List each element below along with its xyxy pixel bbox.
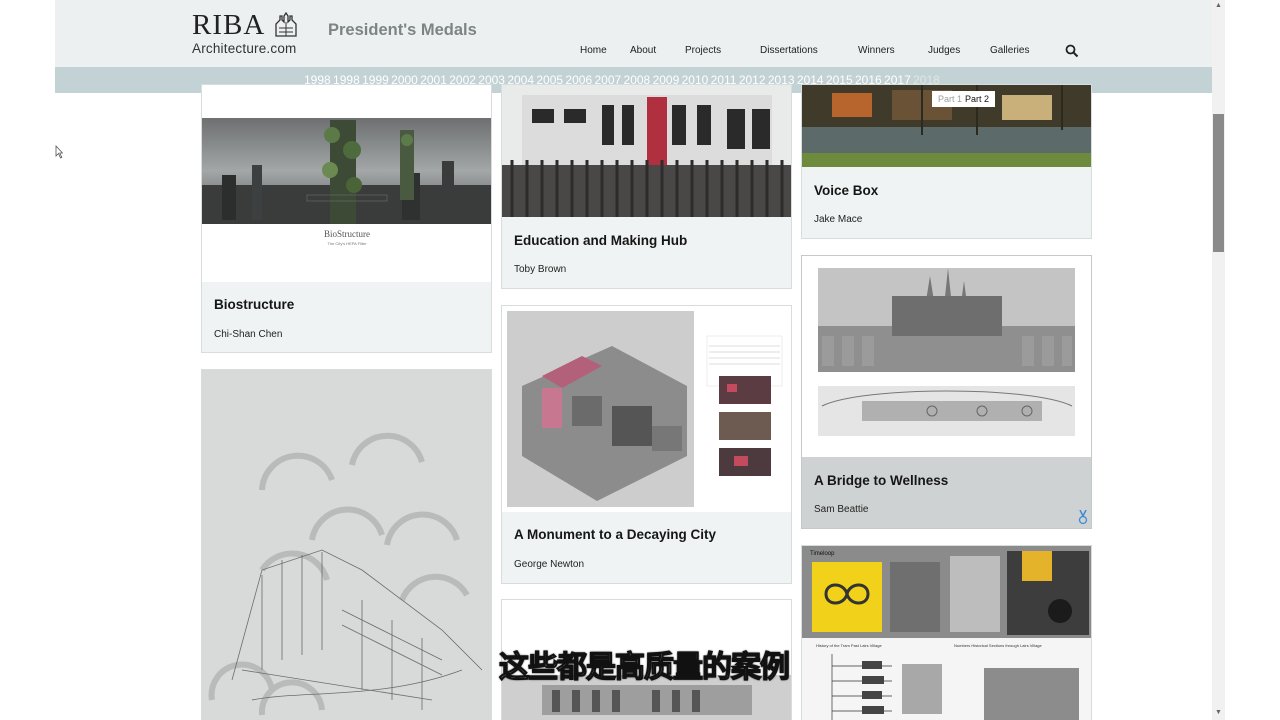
part1-link[interactable]: Part 1 <box>938 94 962 104</box>
crest-icon <box>275 12 297 37</box>
medal-icon <box>1078 510 1088 525</box>
search-icon[interactable] <box>1065 44 1079 58</box>
poster-subtitle: The City's HEPA Filter <box>327 241 367 246</box>
card-title[interactable]: Voice Box <box>814 183 878 198</box>
project-thumbnail: BioStructure The City's HEPA Filter <box>202 85 491 282</box>
project-thumbnail <box>502 306 791 512</box>
site-title[interactable]: President's Medals <box>328 21 477 40</box>
card-title[interactable]: A Bridge to Wellness <box>814 473 948 488</box>
nav-projects[interactable]: Projects <box>685 45 721 56</box>
project-card-voice-box[interactable]: Voice Box Jake Mace <box>801 84 1092 239</box>
video-subtitle: 这些都是高质量的案例 <box>498 649 790 685</box>
poster-heading: Timeloop <box>810 551 835 557</box>
nav-dissertations[interactable]: Dissertations <box>760 45 818 56</box>
page: RIBA Architecture.com President's Medals… <box>55 0 1225 720</box>
project-card-bridge-wellness[interactable]: A Bridge to Wellness Sam Beattie <box>801 255 1092 529</box>
project-thumbnail <box>202 370 491 720</box>
card-author: George Newton <box>514 559 585 570</box>
logo-domain-text: Architecture.com <box>192 41 297 56</box>
project-card[interactable] <box>201 369 492 720</box>
nav-about[interactable]: About <box>630 45 656 56</box>
site-header: RIBA Architecture.com President's Medals… <box>55 0 1212 67</box>
card-author: Sam Beattie <box>814 504 869 515</box>
project-card-education-hub[interactable]: Education and Making Hub Toby Brown <box>501 84 792 289</box>
logo-riba-text: RIBA <box>192 9 266 41</box>
project-thumbnail <box>502 85 791 217</box>
scroll-down-arrow-icon[interactable]: ▼ <box>1215 709 1222 716</box>
poster-subheading: History of the Tram Past Lairs Village <box>816 643 883 648</box>
card-author: Chi-Shan Chen <box>214 329 283 340</box>
education-hub-image <box>502 85 791 217</box>
nav-galleries[interactable]: Galleries <box>990 45 1029 56</box>
relief-drawing-image <box>202 370 491 720</box>
card-title[interactable]: Education and Making Hub <box>514 233 687 248</box>
project-card-monument[interactable]: A Monument to a Decaying City George New… <box>501 305 792 584</box>
card-title[interactable]: A Monument to a Decaying City <box>514 527 716 542</box>
biostructure-image: BioStructure The City's HEPA Filter <box>202 118 491 246</box>
page-scrollbar[interactable]: ▲ ▼ <box>1212 0 1225 720</box>
riba-logo[interactable]: RIBA Architecture.com <box>192 10 322 58</box>
project-thumbnail: Timeloop History of the Tram Past Lairs … <box>802 546 1091 720</box>
mouse-cursor-icon <box>55 145 63 159</box>
nav-home[interactable]: Home <box>580 45 607 56</box>
nav-winners[interactable]: Winners <box>858 45 895 56</box>
bridge-wellness-image <box>802 256 1091 457</box>
card-author: Toby Brown <box>514 264 567 275</box>
card-title[interactable]: Biostructure <box>214 297 294 312</box>
scroll-up-arrow-icon[interactable]: ▲ <box>1215 2 1222 9</box>
year-parts-tooltip: Part 1 Part 2 <box>932 91 996 107</box>
poster-title: BioStructure <box>324 229 370 239</box>
nav-judges[interactable]: Judges <box>928 45 960 56</box>
scroll-thumb[interactable] <box>1213 114 1224 252</box>
poster-subheading: Numbers Historical Sections through Lair… <box>954 643 1043 648</box>
monument-image <box>502 306 791 512</box>
part2-link[interactable]: Part 2 <box>965 94 989 104</box>
project-card-timeloop[interactable]: Timeloop History of the Tram Past Lairs … <box>801 545 1092 720</box>
project-card-biostructure[interactable]: BioStructure The City's HEPA Filter Bios… <box>201 84 492 353</box>
timeloop-image: Timeloop History of the Tram Past Lairs … <box>802 546 1091 720</box>
project-thumbnail <box>802 256 1091 457</box>
card-author: Jake Mace <box>814 214 863 225</box>
